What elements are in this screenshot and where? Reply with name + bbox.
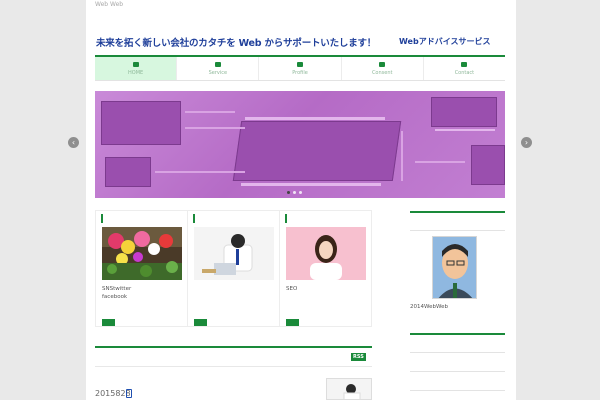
- circuit-trace: [185, 127, 245, 129]
- nav-label: HOME: [128, 69, 144, 76]
- news-divider: [95, 366, 372, 367]
- news-thumbnail[interactable]: [326, 378, 372, 400]
- nav-label: Contact: [454, 69, 475, 76]
- card-image-worried-man[interactable]: [194, 227, 274, 280]
- sidebar-divider: [410, 333, 505, 335]
- page-container: Web Web 未来を拓く新しい会社のカタチを Web からサポートいたします！…: [86, 0, 516, 400]
- news-divider: [95, 346, 372, 348]
- profile-caption: 2014WebWeb: [410, 304, 448, 310]
- site-subtitle: Webアドバイスサービス: [399, 37, 491, 46]
- card-accent-bar: [193, 214, 195, 223]
- sidebar-divider: [410, 211, 505, 213]
- nav-item-service[interactable]: Service: [177, 57, 260, 80]
- hero-slider-image[interactable]: [95, 91, 505, 198]
- home-icon: [132, 61, 139, 67]
- service-cards: SNStwitter facebook SEO: [95, 210, 372, 327]
- chip-pins: [245, 117, 385, 120]
- global-nav: HOME Service Profile Consent Contact: [95, 55, 505, 81]
- service-card[interactable]: SEO: [279, 210, 372, 327]
- slider-next-button[interactable]: ›: [521, 137, 532, 148]
- sidebar-divider: [410, 390, 505, 391]
- sidebar-divider: [410, 371, 505, 372]
- circuit-chip: [101, 101, 181, 145]
- nav-item-profile[interactable]: Profile: [259, 57, 342, 80]
- chip-pins: [435, 129, 495, 131]
- nav-item-home[interactable]: HOME: [95, 57, 178, 80]
- card-image-flowers[interactable]: [102, 227, 182, 280]
- consent-icon: [379, 61, 386, 67]
- site-name[interactable]: Web Web: [95, 1, 123, 8]
- contact-icon: [461, 61, 468, 67]
- nav-item-contact[interactable]: Contact: [424, 57, 505, 80]
- card-more-button[interactable]: [102, 319, 115, 326]
- circuit-trace: [155, 171, 245, 173]
- sidebar-divider: [410, 352, 505, 353]
- sidebar-divider: [410, 230, 505, 231]
- circuit-chip: [232, 121, 402, 181]
- nav-label: Profile: [292, 69, 308, 76]
- card-accent-bar: [101, 214, 103, 223]
- circuit-trace: [415, 161, 465, 163]
- card-text: SNStwitter facebook: [102, 286, 132, 300]
- service-card[interactable]: SNStwitter facebook: [95, 210, 188, 327]
- nav-label: Consent: [371, 69, 393, 76]
- card-more-button[interactable]: [286, 319, 299, 326]
- nav-item-consent[interactable]: Consent: [342, 57, 424, 80]
- nav-label: Service: [208, 69, 228, 76]
- service-card[interactable]: [187, 210, 280, 327]
- site-tagline: 未来を拓く新しい会社のカタチを Web からサポートいたします！: [96, 38, 377, 49]
- circuit-trace: [401, 131, 403, 181]
- external-link-icon[interactable]: [126, 389, 132, 398]
- card-more-button[interactable]: [194, 319, 207, 326]
- rss-button[interactable]: RSS: [351, 353, 366, 361]
- card-accent-bar: [285, 214, 287, 223]
- slider-pagination: [287, 191, 302, 194]
- chip-pins: [241, 183, 381, 186]
- circuit-chip: [105, 157, 151, 187]
- profile-icon: [297, 61, 303, 67]
- slider-dot[interactable]: [287, 191, 290, 194]
- slider-prev-button[interactable]: ‹: [68, 137, 79, 148]
- card-text: SEO: [286, 286, 298, 292]
- slider-dot[interactable]: [293, 191, 296, 194]
- circuit-chip: [471, 145, 505, 185]
- card-image-woman[interactable]: [286, 227, 366, 280]
- circuit-chip: [431, 97, 497, 127]
- slider-dot[interactable]: [299, 191, 302, 194]
- profile-avatar[interactable]: [432, 236, 477, 299]
- circuit-trace: [185, 111, 235, 113]
- service-icon: [214, 61, 221, 67]
